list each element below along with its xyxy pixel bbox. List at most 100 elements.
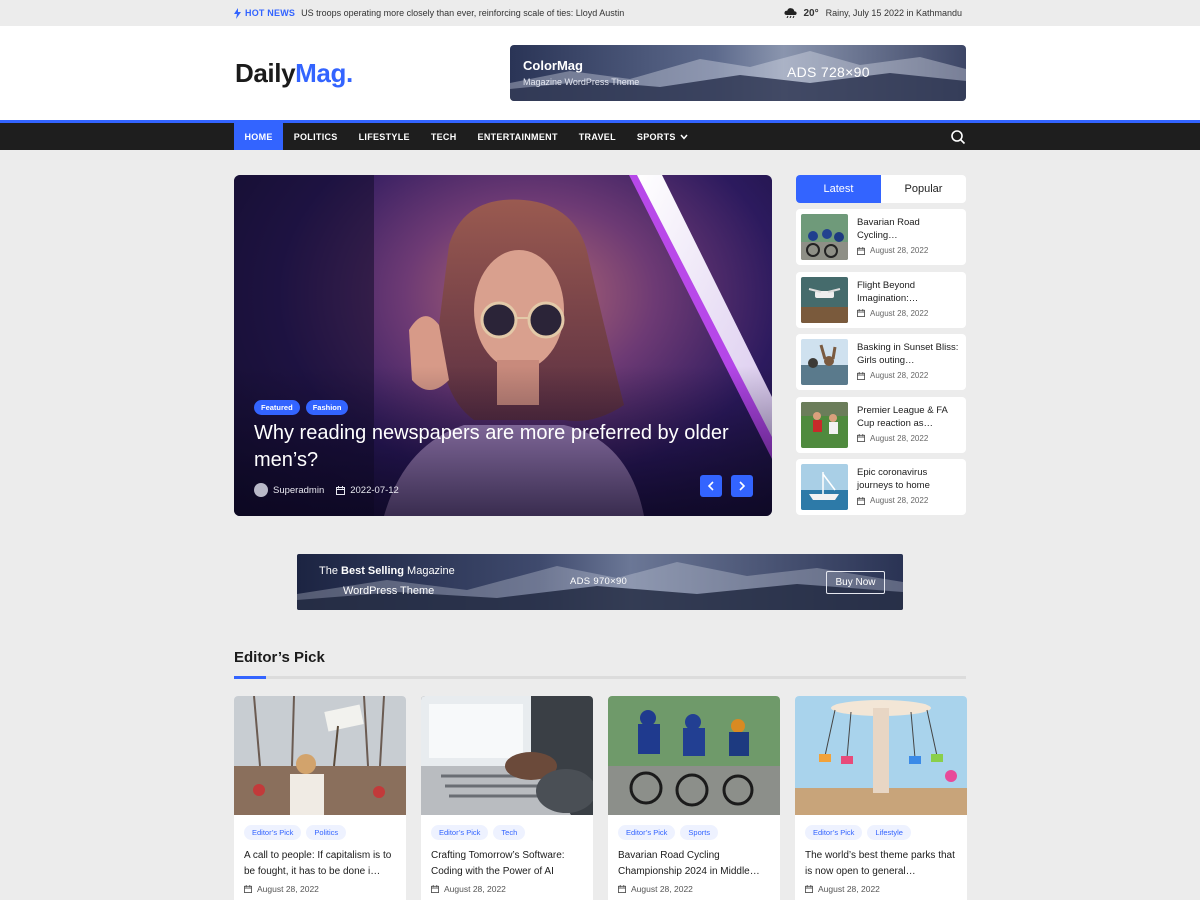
hero-title[interactable]: Why reading newspapers are more preferre…: [254, 420, 734, 474]
post-title[interactable]: Basking in Sunset Bliss: Girls outing…: [857, 341, 961, 367]
tag-tech[interactable]: Tech: [493, 825, 526, 840]
slider-prev-button[interactable]: [700, 475, 722, 497]
list-item[interactable]: Premier League & FA Cup reaction as… Aug…: [796, 396, 966, 453]
ad-subline: WordPress Theme: [343, 585, 435, 597]
search-icon: [951, 130, 966, 145]
post-card-title[interactable]: Bavarian Road Cycling Championship 2024 …: [618, 848, 774, 880]
top-bar: HOT NEWS US troops operating more closel…: [0, 0, 1200, 26]
hero-date: 2022-07-12: [350, 484, 399, 496]
post-card-title[interactable]: A call to people: If capitalism is to be…: [244, 848, 400, 880]
nav-item-lifestyle[interactable]: LIFESTYLE: [348, 123, 420, 150]
nav-label: TECH: [430, 131, 457, 142]
post-card-image: [421, 696, 593, 815]
post-title[interactable]: Bavarian Road Cycling…: [857, 216, 961, 242]
nav-label: SPORTS: [636, 131, 676, 142]
weather-widget: 20° Rainy, July 15 2022 in Kathmandu: [784, 4, 962, 22]
tab-latest[interactable]: Latest: [796, 175, 881, 203]
post-date: August 28, 2022: [857, 246, 928, 255]
calendar-icon: [857, 309, 865, 317]
search-button[interactable]: [950, 129, 966, 145]
hot-news-ticker[interactable]: HOT NEWS US troops operating more closel…: [234, 4, 624, 22]
post-card-tags: Editor’s Pick Lifestyle: [805, 825, 911, 840]
hero-author[interactable]: Superadmin: [273, 485, 324, 496]
ad-headline-pre: The: [319, 565, 342, 577]
post-card-date-text: August 28, 2022: [818, 884, 880, 894]
calendar-icon: [618, 885, 626, 893]
post-card-date: August 28, 2022: [244, 884, 319, 894]
tag-politics[interactable]: Politics: [306, 825, 347, 840]
ad-headline-bold: Best Selling: [341, 565, 404, 577]
post-thumbnail: [801, 401, 848, 448]
nav-item-entertainment[interactable]: ENTERTAINMENT: [467, 123, 568, 150]
post-card-title[interactable]: Crafting Tomorrow’s Software: Coding wit…: [431, 848, 587, 880]
tag-editors-pick[interactable]: Editor’s Pick: [244, 825, 302, 840]
calendar-icon: [857, 496, 865, 505]
nav-item-tech[interactable]: TECH: [420, 123, 467, 150]
nav-label: TRAVEL: [578, 131, 616, 142]
weather-text: Rainy, July 15 2022 in Kathmandu: [825, 8, 962, 18]
buy-now-button[interactable]: Buy Now: [826, 571, 885, 594]
tab-popular[interactable]: Popular: [881, 175, 966, 203]
sidebar-post-list: Bavarian Road Cycling… August 28, 2022 F…: [796, 209, 966, 522]
ad-headline: The Best Selling Magazine: [319, 565, 455, 577]
calendar-icon: [857, 246, 865, 255]
wide-ad-banner[interactable]: The Best Selling Magazine WordPress Them…: [297, 554, 903, 610]
post-card[interactable]: Editor’s Pick Tech Crafting Tomorrow’s S…: [421, 696, 593, 900]
post-card[interactable]: Editor’s Pick Sports Bavarian Road Cycli…: [608, 696, 780, 900]
nav-label: POLITICS: [293, 131, 338, 142]
post-card-tags: Editor’s Pick Tech: [431, 825, 526, 840]
post-card-date-text: August 28, 2022: [257, 884, 319, 894]
nav-label: ENTERTAINMENT: [477, 131, 558, 142]
hot-news-headline[interactable]: US troops operating more closely than ev…: [301, 8, 624, 18]
logo-text-mag: Mag.: [295, 58, 353, 88]
post-date: August 28, 2022: [857, 371, 928, 380]
tag-editors-pick[interactable]: Editor’s Pick: [805, 825, 863, 840]
tag-editors-pick[interactable]: Editor’s Pick: [618, 825, 676, 840]
chevron-right-icon: [739, 481, 746, 491]
tag-featured[interactable]: Featured: [254, 400, 300, 415]
site-logo[interactable]: DailyMag.: [235, 58, 353, 89]
slider-next-button[interactable]: [731, 475, 753, 497]
post-card[interactable]: Editor’s Pick Lifestyle The world’s best…: [795, 696, 967, 900]
tag-sports[interactable]: Sports: [680, 825, 719, 840]
post-title[interactable]: Flight Beyond Imagination:…: [857, 279, 961, 305]
post-date: August 28, 2022: [857, 496, 928, 505]
post-card-date-text: August 28, 2022: [444, 884, 506, 894]
tag-fashion[interactable]: Fashion: [305, 400, 349, 415]
post-date: August 28, 2022: [857, 434, 928, 443]
post-title[interactable]: Premier League & FA Cup reaction as…: [857, 404, 961, 430]
post-card-image: [234, 696, 406, 815]
tag-lifestyle[interactable]: Lifestyle: [867, 825, 911, 840]
hero-slider[interactable]: Featured Fashion Why reading newspapers …: [234, 175, 772, 516]
mountain-graphic: [510, 51, 966, 101]
calendar-icon: [244, 885, 252, 893]
list-item[interactable]: Flight Beyond Imagination:… August 28, 2…: [796, 271, 966, 328]
post-card-date-text: August 28, 2022: [631, 884, 693, 894]
nav-item-sports[interactable]: SPORTS: [626, 123, 698, 150]
post-title[interactable]: Epic coronavirus journeys to home: [857, 466, 961, 492]
nav-menu: HOME POLITICS LIFESTYLE TECH ENTERTAINME…: [234, 123, 698, 150]
post-card-date: August 28, 2022: [618, 884, 693, 894]
post-card-date: August 28, 2022: [805, 884, 880, 894]
calendar-icon: [805, 885, 813, 893]
calendar-icon: [336, 485, 346, 495]
post-card-tags: Editor’s Pick Sports: [618, 825, 719, 840]
post-thumbnail: [801, 339, 848, 385]
list-item[interactable]: Epic coronavirus journeys to home August…: [796, 459, 966, 515]
post-card[interactable]: Editor’s Pick Politics A call to people:…: [234, 696, 406, 900]
post-card-title[interactable]: The world’s best theme parks that is now…: [805, 848, 961, 880]
tag-editors-pick[interactable]: Editor’s Pick: [431, 825, 489, 840]
post-card-tags: Editor’s Pick Politics: [244, 825, 347, 840]
post-date: August 28, 2022: [857, 309, 928, 318]
nav-label: HOME: [244, 131, 273, 142]
post-thumbnail: [801, 464, 848, 510]
nav-item-politics[interactable]: POLITICS: [283, 123, 348, 150]
ad-size-label: ADS 728×90: [787, 64, 870, 80]
nav-item-home[interactable]: HOME: [234, 123, 284, 150]
list-item[interactable]: Basking in Sunset Bliss: Girls outing… A…: [796, 334, 966, 390]
list-item[interactable]: Bavarian Road Cycling… August 28, 2022: [796, 209, 966, 265]
calendar-icon: [857, 434, 865, 442]
post-card-image: [795, 696, 967, 815]
nav-item-travel[interactable]: TRAVEL: [568, 123, 626, 150]
header-ad-banner[interactable]: ColorMag Magazine WordPress Theme ADS 72…: [510, 45, 966, 101]
